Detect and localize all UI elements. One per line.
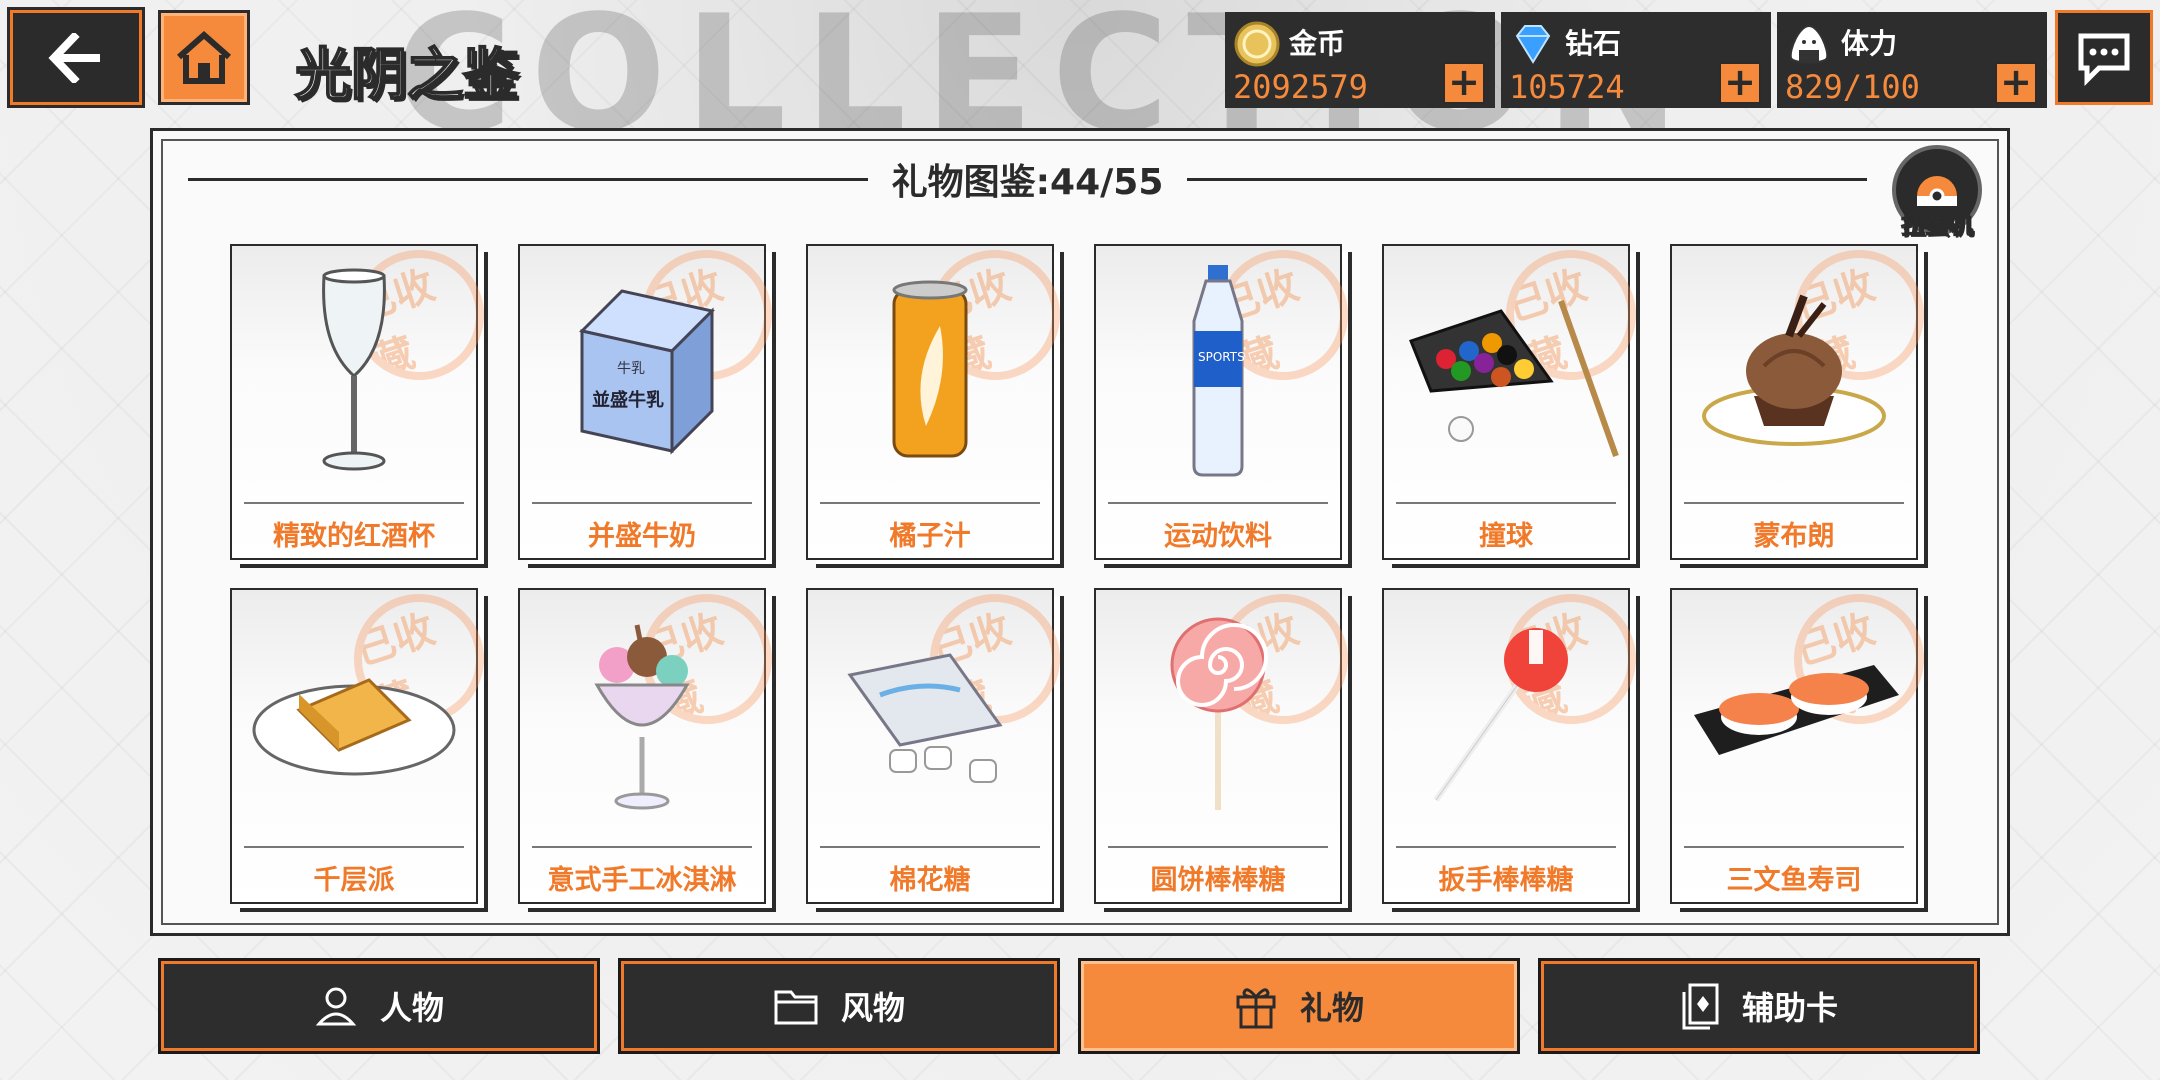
tab-label: 人物 <box>379 989 444 1027</box>
gift-card[interactable]: 已收藏 撞球 <box>1382 233 1653 560</box>
gift-name: 意式手工冰淇淋 <box>547 865 737 896</box>
card-divider <box>1396 846 1616 848</box>
gift-name: 蒙布朗 <box>1753 521 1835 552</box>
gacha-label: 扭蛋机 <box>1901 211 1974 240</box>
orange-can-icon <box>808 256 1052 486</box>
gift-name: 橘子汁 <box>889 521 971 552</box>
marshmallow-icon <box>808 600 1052 830</box>
divider <box>1187 177 1867 181</box>
gift-grid: 已收藏 精致的红酒杯 已收藏 牛乳 並盛牛乳 并盛牛奶 已收藏 橘子汁 已收藏 … <box>230 233 1941 904</box>
resource-name: 钻石 <box>1565 27 1622 60</box>
card-divider <box>1684 846 1904 848</box>
gift-card[interactable]: 已收藏 蒙布朗 <box>1670 233 1941 560</box>
gift-card[interactable]: 已收藏 牛乳 並盛牛乳 并盛牛奶 <box>518 233 789 560</box>
swirl-lollipop-icon <box>1096 600 1340 830</box>
page-title: 光阴之鉴 <box>294 42 520 109</box>
resource-stamina: 体力 829/100 + <box>1777 12 2047 108</box>
card-divider <box>820 846 1040 848</box>
gift-name: 棉花糖 <box>889 865 971 896</box>
card-divider <box>532 502 752 504</box>
sports-drink-icon: SPORTS <box>1096 256 1340 486</box>
card-divider <box>820 502 1040 504</box>
collection-count: 礼物图鉴:44/55 <box>891 162 1164 203</box>
gift-name: 运动饮料 <box>1164 521 1272 552</box>
resource-value: 2092579 <box>1233 68 1368 106</box>
card-divider <box>1108 846 1328 848</box>
gift-card[interactable]: 已收藏 橘子汁 <box>806 233 1077 560</box>
resource-name: 体力 <box>1841 27 1898 60</box>
panel-header: 礼物图鉴:44/55 <box>188 159 1867 203</box>
card-divider <box>1684 502 1904 504</box>
tab-scenery[interactable]: 风物 <box>618 958 1060 1054</box>
gift-name: 撞球 <box>1479 521 1533 552</box>
gift-icon <box>1236 988 1276 1029</box>
milk-carton-icon: 牛乳 並盛牛乳 <box>520 256 764 486</box>
mille-feuille-icon <box>232 600 476 830</box>
tab-label: 风物 <box>840 989 905 1027</box>
add-stamina-button[interactable]: + <box>1995 62 2037 104</box>
gift-card[interactable]: 已收藏 SPORTS 运动饮料 <box>1094 233 1365 560</box>
resource-diamond: 钻石 105724 + <box>1501 12 1771 108</box>
folder-icon <box>774 990 818 1025</box>
resource-name: 金币 <box>1289 27 1346 60</box>
arrow-left-icon <box>48 32 100 83</box>
add-gold-button[interactable]: + <box>1443 62 1485 104</box>
home-button[interactable] <box>158 10 250 105</box>
milk-brand-text: 並盛牛乳 <box>592 389 664 411</box>
gift-card[interactable]: 已收藏 精致的红酒杯 <box>230 233 501 560</box>
billiards-icon <box>1384 256 1628 486</box>
gift-card[interactable]: 已收藏 棉花糖 <box>806 577 1077 904</box>
milk-logo-text: 牛乳 <box>617 361 645 377</box>
gift-name: 千层派 <box>313 865 395 896</box>
tab-label: 礼物 <box>1299 989 1364 1027</box>
add-diamond-button[interactable]: + <box>1719 62 1761 104</box>
wrench-lollipop-icon <box>1384 600 1628 830</box>
home-icon <box>177 30 231 84</box>
gacha-machine-button[interactable]: 扭蛋机 <box>1887 145 1987 245</box>
chat-button[interactable] <box>2055 10 2153 105</box>
gift-card[interactable]: 已收藏 圆饼棒棒糖 <box>1094 577 1365 904</box>
gift-card[interactable]: 已收藏 千层派 <box>230 577 501 904</box>
tab-characters[interactable]: 人物 <box>158 958 600 1054</box>
tab-label: 辅助卡 <box>1741 989 1838 1027</box>
wine-glass-icon <box>232 256 476 486</box>
card-divider <box>1396 502 1616 504</box>
resource-value: 105724 <box>1509 68 1625 106</box>
gift-card[interactable]: 已收藏 扳手棒棒糖 <box>1382 577 1653 904</box>
card-icon <box>1682 983 1719 1030</box>
card-divider <box>244 502 464 504</box>
gift-card[interactable]: 已收藏 意式手工冰淇淋 <box>518 577 789 904</box>
tab-support-cards[interactable]: 辅助卡 <box>1538 958 1980 1054</box>
back-button[interactable] <box>7 7 145 108</box>
divider <box>188 177 868 181</box>
gift-name: 扳手棒棒糖 <box>1438 865 1574 896</box>
gift-name: 圆饼棒棒糖 <box>1150 865 1286 896</box>
gift-name: 精致的红酒杯 <box>273 521 435 552</box>
tab-gifts[interactable]: 礼物 <box>1078 958 1520 1054</box>
mont-blanc-icon <box>1672 256 1916 486</box>
resource-value: 829/100 <box>1785 68 1920 106</box>
card-divider <box>1108 502 1328 504</box>
chat-bubble-icon <box>2078 33 2130 86</box>
gift-name: 并盛牛奶 <box>588 521 696 552</box>
diamond-icon <box>1515 25 1551 64</box>
card-divider <box>244 846 464 848</box>
onigiri-icon <box>1789 24 1829 64</box>
gelato-icon <box>520 600 764 830</box>
resource-gold: 金币 2092579 + <box>1225 12 1495 108</box>
sports-label-text: SPORTS <box>1198 350 1245 364</box>
card-divider <box>532 846 752 848</box>
gift-collection-panel: 礼物图鉴:44/55 扭蛋机 已收藏 精致的红酒杯 已收藏 牛乳 並盛牛乳 并盛… <box>150 128 2010 936</box>
salmon-sushi-icon <box>1672 600 1916 830</box>
gold-coin-icon <box>1234 21 1280 67</box>
person-icon <box>315 987 357 1026</box>
gift-name: 三文鱼寿司 <box>1726 865 1862 896</box>
gift-card[interactable]: 已收藏 三文鱼寿司 <box>1670 577 1941 904</box>
